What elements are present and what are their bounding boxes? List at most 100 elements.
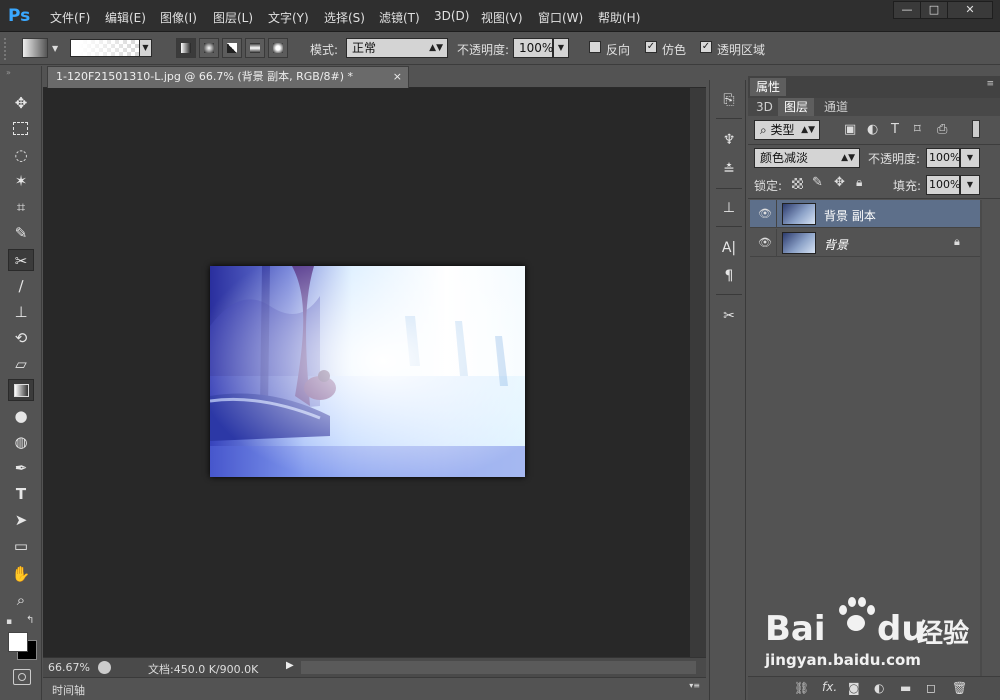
tab-channels[interactable]: 通道: [818, 98, 854, 116]
tab-3d[interactable]: 3D: [750, 98, 779, 116]
lasso-tool-icon[interactable]: ◌: [8, 144, 34, 166]
new-layer-icon[interactable]: ◻: [926, 681, 936, 695]
minimize-button[interactable]: —: [893, 1, 921, 19]
fill-dropdown-icon[interactable]: ▼: [960, 175, 980, 195]
link-layers-icon[interactable]: ⛓: [794, 681, 809, 695]
document-image[interactable]: [210, 266, 525, 477]
chevron-down-icon[interactable]: ▼: [52, 44, 58, 53]
tool-presets-panel-icon[interactable]: ✂: [718, 306, 740, 326]
zoom-level[interactable]: 66.67%: [48, 661, 90, 674]
status-menu-arrow-icon[interactable]: ▶: [286, 660, 296, 674]
adjustment-layer-icon[interactable]: ◐: [874, 681, 884, 695]
timeline-label[interactable]: 时间轴: [52, 682, 85, 698]
layer-name[interactable]: 背景: [824, 236, 848, 253]
default-colors-icon[interactable]: ▪: [6, 617, 12, 627]
blur-tool-icon[interactable]: ●: [8, 405, 34, 427]
fx-icon[interactable]: fx.: [822, 680, 837, 694]
clone-source-panel-icon[interactable]: ⊥: [718, 198, 740, 218]
menu-file[interactable]: 文件(F): [50, 9, 90, 26]
lock-all-icon[interactable]: 🔒︎: [856, 175, 862, 190]
diamond-gradient-icon[interactable]: [268, 38, 288, 58]
brush-tool-icon[interactable]: ∕: [8, 275, 34, 297]
reflected-gradient-icon[interactable]: [245, 38, 265, 58]
type-filter-icon[interactable]: T: [891, 122, 899, 137]
menu-3d[interactable]: 3D(D): [434, 9, 469, 23]
blend-mode-dropdown[interactable]: 颜色减淡 ▲▼: [754, 148, 860, 168]
opacity-input[interactable]: 100%: [513, 38, 553, 58]
lock-pixels-icon[interactable]: ✎: [812, 175, 823, 190]
eraser-tool-icon[interactable]: ▱: [8, 353, 34, 375]
smart-object-filter-icon[interactable]: ⎙: [937, 122, 947, 137]
menu-edit[interactable]: 编辑(E): [105, 9, 146, 26]
dither-checkbox[interactable]: ✓: [645, 41, 657, 53]
zoom-tool-icon[interactable]: ⌕: [8, 589, 34, 611]
new-group-icon[interactable]: ▬: [900, 681, 911, 695]
linear-gradient-icon[interactable]: [176, 38, 196, 58]
close-button[interactable]: ✕: [947, 1, 993, 19]
reverse-checkbox[interactable]: [589, 41, 601, 53]
hand-tool-icon[interactable]: ✋: [8, 563, 34, 585]
opacity-dropdown-icon[interactable]: ▼: [553, 38, 569, 58]
eye-icon[interactable]: 👁︎: [758, 207, 772, 220]
eyedropper-tool-icon[interactable]: ✎: [8, 222, 34, 244]
pen-tool-icon[interactable]: ✒: [8, 457, 34, 479]
swap-colors-icon[interactable]: ↰: [26, 615, 34, 626]
close-tab-icon[interactable]: ×: [393, 67, 402, 87]
layer-opacity-input[interactable]: 100%: [926, 148, 960, 168]
menu-image[interactable]: 图像(I): [160, 9, 197, 26]
tab-layers[interactable]: 图层: [778, 98, 815, 116]
lock-transparent-icon[interactable]: [792, 178, 803, 189]
marquee-tool-icon[interactable]: [8, 118, 34, 140]
adjustment-filter-icon[interactable]: ◐: [867, 122, 878, 137]
history-brush-tool-icon[interactable]: ⟲: [8, 327, 34, 349]
document-tab[interactable]: 1-120F21501310-L.jpg @ 66.7% (背景 副本, RGB…: [47, 66, 409, 88]
menu-select[interactable]: 选择(S): [324, 9, 365, 26]
eye-icon[interactable]: 👁︎: [758, 236, 772, 249]
move-tool-icon[interactable]: ✥: [8, 92, 34, 114]
menu-view[interactable]: 视图(V): [481, 9, 523, 26]
opacity-dropdown-icon[interactable]: ▼: [960, 148, 980, 168]
panel-menu-icon[interactable]: ≡: [986, 79, 994, 89]
gradient-tool-icon[interactable]: [8, 379, 34, 401]
brush-panel-icon[interactable]: ♆: [718, 130, 740, 150]
transparency-checkbox[interactable]: ✓: [700, 41, 712, 53]
delete-layer-icon[interactable]: 🗑︎: [952, 681, 967, 695]
dodge-tool-icon[interactable]: ◍: [8, 431, 34, 453]
clone-stamp-tool-icon[interactable]: ⊥: [8, 301, 34, 323]
maximize-button[interactable]: □: [920, 1, 948, 19]
pixel-filter-icon[interactable]: ▣: [844, 122, 856, 137]
fill-input[interactable]: 100%: [926, 175, 960, 195]
add-mask-icon[interactable]: ◙: [848, 681, 860, 695]
menu-layer[interactable]: 图层(L): [213, 9, 253, 26]
layer-name[interactable]: 背景 副本: [824, 207, 876, 224]
layer-row[interactable]: 👁︎ 背景 🔒︎: [750, 229, 980, 257]
gradient-tool-preset-icon[interactable]: [22, 38, 48, 58]
paragraph-panel-icon[interactable]: ¶: [718, 266, 740, 286]
layer-row[interactable]: 👁︎ 背景 副本: [750, 200, 980, 228]
filter-toggle[interactable]: [972, 120, 980, 138]
character-panel-icon[interactable]: A|: [718, 238, 740, 258]
healing-brush-tool-icon[interactable]: ✂: [8, 249, 34, 271]
layer-filter-dropdown[interactable]: ⌕ 类型 ▲▼: [754, 120, 820, 140]
lock-position-icon[interactable]: ✥: [834, 175, 845, 190]
crop-tool-icon[interactable]: ⌗: [8, 196, 34, 218]
tab-properties[interactable]: 属性: [750, 78, 787, 96]
horizontal-scrollbar[interactable]: [301, 661, 696, 674]
gradient-dropdown-icon[interactable]: ▼: [139, 39, 152, 57]
menu-type[interactable]: 文字(Y): [268, 9, 309, 26]
magic-wand-tool-icon[interactable]: ✶: [8, 170, 34, 192]
history-panel-icon[interactable]: ⎘: [718, 90, 740, 110]
timeline-menu-icon[interactable]: ▾≡: [689, 681, 700, 690]
foreground-color-swatch[interactable]: [8, 632, 28, 652]
menu-filter[interactable]: 滤镜(T): [379, 9, 420, 26]
type-tool-icon[interactable]: T: [8, 483, 34, 505]
menu-help[interactable]: 帮助(H): [598, 9, 640, 26]
document-info-icon[interactable]: [98, 661, 111, 674]
angle-gradient-icon[interactable]: [222, 38, 242, 58]
brush-presets-panel-icon[interactable]: ≛: [718, 160, 740, 180]
radial-gradient-icon[interactable]: [199, 38, 219, 58]
mode-dropdown[interactable]: 正常 ▲▼: [346, 38, 448, 58]
shape-filter-icon[interactable]: ⌑: [914, 122, 921, 137]
menu-window[interactable]: 窗口(W): [538, 9, 583, 26]
vertical-scrollbar[interactable]: [690, 88, 706, 657]
